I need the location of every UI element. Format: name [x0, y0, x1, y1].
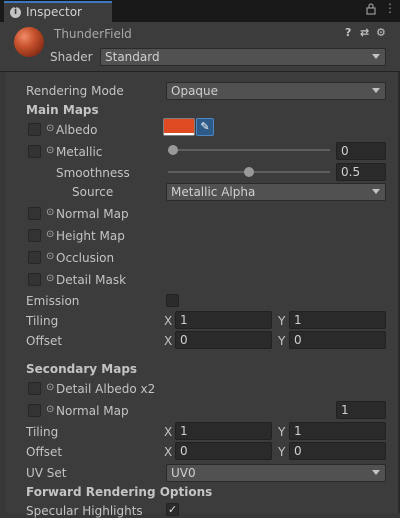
object-picker-icon[interactable]: ⊙	[46, 382, 54, 393]
secondary-maps-heading: Secondary Maps	[26, 362, 138, 376]
offset-y-label: Y	[278, 334, 286, 348]
secondary-offset-label: Offset	[26, 445, 63, 459]
tiling-y-value: 1	[294, 313, 302, 327]
tiling-x-label: X	[164, 314, 173, 328]
metallic-slider-knob[interactable]	[168, 145, 178, 155]
eyedropper-icon[interactable]: ✎	[196, 118, 214, 136]
secondary-tiling-label: Tiling	[26, 425, 59, 439]
emission-label: Emission	[26, 294, 80, 308]
smoothness-label: Smoothness	[56, 166, 130, 180]
detail-normal-map-texture-slot[interactable]	[28, 404, 41, 417]
detail-normal-scale-field[interactable]: 1	[336, 401, 386, 419]
secondary-offset-y-label: Y	[278, 445, 286, 459]
smoothness-value: 0.5	[341, 165, 361, 179]
chevron-down-icon	[372, 189, 380, 194]
offset-label: Offset	[26, 334, 63, 348]
source-label: Source	[72, 185, 114, 199]
material-name: ThunderField	[54, 27, 132, 41]
secondary-offset-y-field[interactable]: 0	[289, 442, 386, 460]
object-picker-icon[interactable]: ⊙	[46, 123, 54, 134]
shader-value: Standard	[105, 50, 160, 64]
presets-icon[interactable]: ⇄	[360, 26, 369, 39]
rendering-mode-label: Rendering Mode	[26, 84, 124, 98]
tiling-x-value: 1	[180, 313, 188, 327]
secondary-tiling-y-label: Y	[278, 425, 286, 439]
offset-x-field[interactable]: 0	[175, 331, 272, 349]
metallic-label: Metallic	[56, 145, 103, 159]
material-preview	[14, 27, 44, 57]
help-icon[interactable]: ?	[345, 26, 351, 39]
tab-title: Inspector	[26, 5, 82, 19]
specular-highlights-checkbox[interactable]: ✓	[166, 503, 179, 516]
tiling-label: Tiling	[26, 314, 59, 328]
tiling-x-field[interactable]: 1	[175, 311, 272, 329]
detail-normal-scale-value: 1	[341, 403, 349, 417]
specular-highlights-label: Specular Highlights	[26, 504, 143, 518]
uv-set-value: UV0	[171, 466, 196, 480]
metallic-texture-slot[interactable]	[28, 145, 41, 158]
tiling-y-label: Y	[278, 314, 286, 328]
info-icon: i	[10, 7, 21, 18]
object-picker-icon[interactable]: ⊙	[46, 251, 54, 262]
offset-y-value: 0	[294, 333, 302, 347]
detail-mask-label: Detail Mask	[56, 273, 127, 287]
offset-y-field[interactable]: 0	[289, 331, 386, 349]
object-picker-icon[interactable]: ⊙	[46, 145, 54, 156]
object-picker-icon[interactable]: ⊙	[46, 404, 54, 415]
detail-normal-map-label: Normal Map	[56, 404, 129, 418]
detail-mask-texture-slot[interactable]	[28, 273, 41, 286]
main-maps-heading: Main Maps	[26, 103, 99, 117]
metallic-field[interactable]: 0	[336, 142, 386, 160]
object-picker-icon[interactable]: ⊙	[46, 207, 54, 218]
detail-albedo-label: Detail Albedo x2	[56, 382, 156, 396]
gear-icon[interactable]: ⚙	[376, 26, 386, 39]
secondary-offset-x-field[interactable]: 0	[175, 442, 272, 460]
object-picker-icon[interactable]: ⊙	[46, 273, 54, 284]
chevron-down-icon	[372, 470, 380, 475]
shader-dropdown[interactable]: Standard	[100, 48, 386, 66]
source-value: Metallic Alpha	[171, 185, 256, 199]
secondary-offset-y-value: 0	[294, 444, 302, 458]
secondary-tiling-x-label: X	[164, 425, 173, 439]
smoothness-slider-knob[interactable]	[244, 167, 254, 177]
offset-x-label: X	[164, 334, 173, 348]
albedo-label: Albedo	[56, 123, 98, 137]
rendering-mode-value: Opaque	[171, 84, 219, 98]
source-dropdown[interactable]: Metallic Alpha	[166, 183, 386, 201]
shader-label: Shader	[50, 50, 93, 64]
tiling-y-field[interactable]: 1	[289, 311, 386, 329]
more-options-icon[interactable]: ⋮	[384, 1, 396, 15]
offset-x-value: 0	[180, 333, 188, 347]
chevron-down-icon	[372, 54, 380, 59]
lock-icon[interactable]	[366, 3, 376, 18]
chevron-down-icon	[372, 88, 380, 93]
height-map-label: Height Map	[56, 229, 125, 243]
secondary-tiling-y-value: 1	[294, 424, 302, 438]
forward-rendering-heading: Forward Rendering Options	[26, 485, 213, 499]
albedo-alpha-bar	[164, 133, 194, 135]
normal-map-texture-slot[interactable]	[28, 207, 41, 220]
detail-albedo-texture-slot[interactable]	[28, 382, 41, 395]
secondary-offset-x-value: 0	[180, 444, 188, 458]
secondary-tiling-x-value: 1	[180, 424, 188, 438]
secondary-tiling-x-field[interactable]: 1	[175, 422, 272, 440]
metallic-slider-track[interactable]	[168, 149, 330, 151]
uv-set-dropdown[interactable]: UV0	[166, 464, 386, 482]
emission-checkbox[interactable]	[166, 294, 179, 307]
metallic-value: 0	[341, 144, 349, 158]
secondary-tiling-y-field[interactable]: 1	[289, 422, 386, 440]
secondary-offset-x-label: X	[164, 445, 173, 459]
rendering-mode-dropdown[interactable]: Opaque	[166, 82, 386, 100]
smoothness-field[interactable]: 0.5	[336, 163, 386, 181]
occlusion-label: Occlusion	[56, 251, 115, 265]
height-map-texture-slot[interactable]	[28, 229, 41, 242]
occlusion-texture-slot[interactable]	[28, 251, 41, 264]
normal-map-label: Normal Map	[56, 207, 129, 221]
object-picker-icon[interactable]: ⊙	[46, 229, 54, 240]
tab-inspector[interactable]: i Inspector	[4, 1, 112, 22]
albedo-texture-slot[interactable]	[28, 123, 41, 136]
uv-set-label: UV Set	[26, 466, 67, 480]
